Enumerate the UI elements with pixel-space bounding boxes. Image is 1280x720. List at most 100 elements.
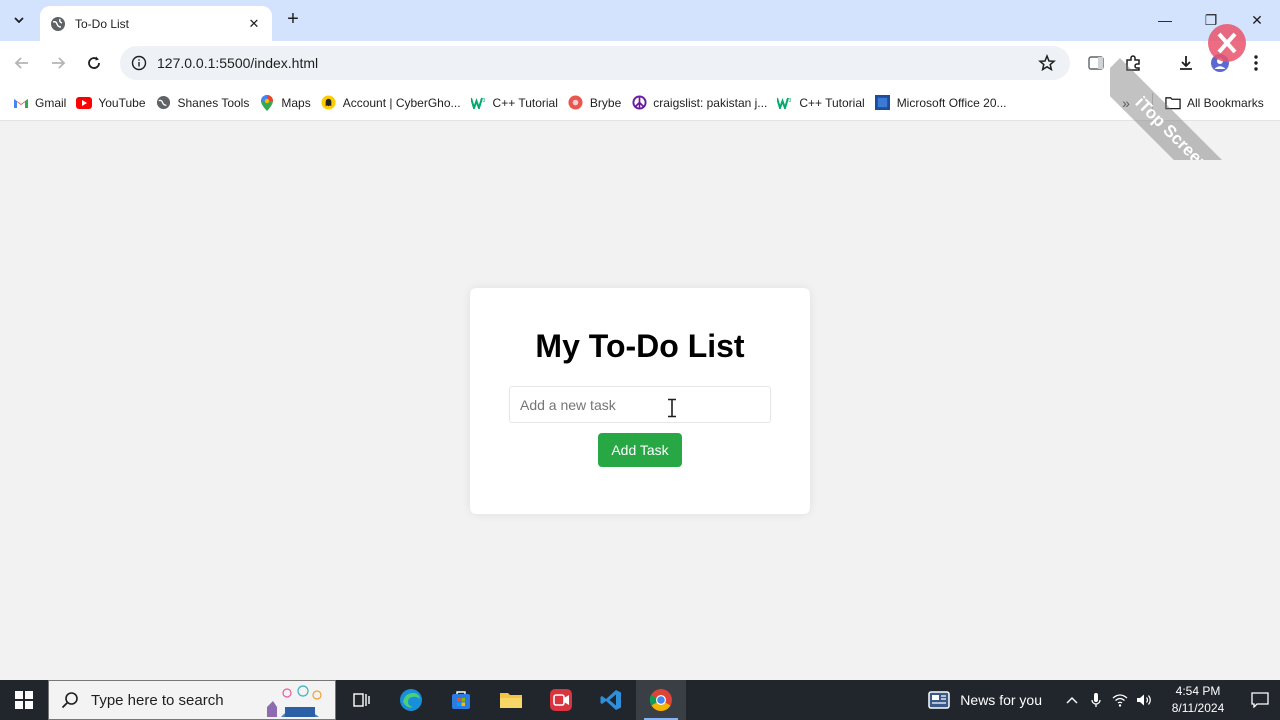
bookmark-brybe[interactable]: Brybe [563, 89, 626, 117]
search-icon [61, 692, 78, 709]
bookmark-star-icon[interactable] [1038, 53, 1056, 77]
close-tab-icon[interactable]: ✕ [246, 16, 262, 32]
news-icon [928, 691, 951, 709]
clock-time: 4:54 PM [1175, 684, 1221, 698]
cyberghost-icon [321, 95, 337, 111]
bookmark-shanes-tools[interactable]: Shanes Tools [151, 89, 255, 117]
download-icon[interactable] [1174, 51, 1198, 75]
minimize-button[interactable]: — [1142, 0, 1188, 40]
chrome-taskbar-app[interactable] [636, 680, 686, 720]
notification-icon [1251, 692, 1269, 708]
forward-button[interactable] [44, 49, 72, 77]
bookmark-label: craigslist: pakistan j... [653, 95, 768, 110]
side-panel-icon[interactable] [1084, 51, 1108, 75]
arrow-right-icon [52, 57, 66, 69]
bookmark-cpp-tutorial[interactable]: 3 C++ Tutorial [466, 89, 563, 117]
bookmark-maps[interactable]: Maps [254, 89, 315, 117]
vscode-icon [600, 690, 621, 710]
browser-toolbar: 127.0.0.1:5500/index.html [0, 41, 1280, 85]
maps-icon [259, 94, 275, 111]
microphone-icon[interactable] [1084, 680, 1108, 720]
search-highlight-illustration [263, 685, 329, 717]
bookmarks-divider [1152, 93, 1153, 113]
window-controls: — ❐ ✕ [1142, 0, 1280, 40]
page-title: My To-Do List [535, 328, 745, 364]
task-view-icon [353, 693, 370, 707]
bookmark-label: Maps [281, 95, 311, 110]
close-window-button[interactable]: ✕ [1234, 0, 1280, 40]
tab-search-button[interactable] [6, 8, 32, 32]
folder-icon [1165, 95, 1181, 111]
microsoft-store-icon [452, 691, 470, 709]
windows-logo-icon [15, 691, 33, 709]
bookmark-gmail[interactable]: Gmail [8, 89, 71, 117]
vscode-taskbar-app[interactable] [586, 680, 636, 720]
show-hidden-icons-chevron-icon[interactable] [1060, 680, 1084, 720]
all-bookmarks-button[interactable]: All Bookmarks [1160, 89, 1269, 117]
browser-tab-strip: To-Do List ✕ + — ❐ ✕ [0, 0, 1280, 41]
address-url: 127.0.0.1:5500/index.html [157, 55, 319, 71]
profile-avatar[interactable] [1208, 51, 1232, 75]
restore-button[interactable]: ❐ [1188, 0, 1234, 40]
windows-taskbar: Type here to search News for you 4:54 PM… [0, 680, 1280, 720]
taskbar-search-placeholder: Type here to search [91, 691, 224, 709]
clock-date: 8/11/2024 [1171, 701, 1225, 715]
globe-icon [156, 95, 172, 111]
chrome-icon [649, 689, 672, 711]
bookmark-label: Shanes Tools [177, 95, 250, 110]
bookmark-label: Brybe [589, 95, 622, 110]
menu-kebab-icon[interactable] [1244, 51, 1268, 75]
bookmark-craigslist[interactable]: craigslist: pakistan j... [626, 89, 772, 117]
site-info-icon[interactable] [122, 55, 156, 71]
extensions-icon[interactable] [1121, 51, 1145, 75]
add-task-button[interactable]: Add Task [598, 433, 682, 467]
edge-icon [400, 689, 422, 711]
store-taskbar-app[interactable] [436, 680, 486, 720]
text-cursor-icon [668, 398, 676, 418]
more-bookmarks-chevron-icon[interactable]: » [1116, 89, 1136, 117]
peace-icon [631, 95, 647, 111]
w3schools-icon: 3 [470, 95, 487, 111]
folder-icon [500, 693, 522, 708]
bookmark-microsoft-office[interactable]: Microsoft Office 20... [870, 89, 1012, 117]
back-button[interactable] [8, 49, 36, 77]
all-bookmarks-label: All Bookmarks [1187, 96, 1264, 110]
bookmark-cpp-tutorial-2[interactable]: 3 C++ Tutorial [772, 89, 869, 117]
new-tab-button[interactable]: + [282, 9, 304, 31]
screen-recorder-icon [550, 689, 572, 711]
w3schools-icon: 3 [777, 95, 793, 111]
task-view-button[interactable] [336, 680, 386, 720]
brybe-icon [568, 95, 584, 111]
volume-icon[interactable] [1132, 680, 1156, 720]
arrow-left-icon [14, 57, 28, 69]
svg-text:3: 3 [482, 98, 485, 104]
bookmark-youtube[interactable]: YouTube [71, 89, 150, 117]
globe-icon [50, 16, 66, 32]
chevron-down-icon [14, 17, 24, 23]
system-tray: News for you 4:54 PM 8/11/2024 [928, 680, 1280, 720]
gmail-icon [13, 95, 29, 111]
news-label: News for you [960, 692, 1042, 708]
bookmark-label: Gmail [35, 95, 67, 110]
file-explorer-taskbar-app[interactable] [486, 680, 536, 720]
reload-button[interactable] [80, 49, 108, 77]
taskbar-search[interactable]: Type here to search [48, 680, 336, 720]
start-button[interactable] [0, 680, 48, 720]
notification-center-button[interactable] [1240, 680, 1280, 720]
reload-icon [88, 56, 100, 69]
address-bar[interactable]: 127.0.0.1:5500/index.html [120, 46, 1070, 80]
browser-tab-active[interactable]: To-Do List ✕ [40, 6, 272, 41]
taskbar-clock[interactable]: 4:54 PM 8/11/2024 [1162, 683, 1234, 717]
news-widget[interactable]: News for you [928, 691, 1042, 709]
screen-recorder-taskbar-app[interactable] [536, 680, 586, 720]
new-task-input[interactable] [509, 386, 771, 423]
youtube-icon [76, 95, 93, 111]
bookmark-label: YouTube [98, 95, 146, 110]
tab-title: To-Do List [75, 16, 130, 31]
bookmark-label: C++ Tutorial [799, 95, 865, 110]
todo-card: My To-Do List Add Task [470, 288, 810, 514]
bookmark-cyberghost[interactable]: Account | CyberGho... [316, 89, 466, 117]
wifi-icon[interactable] [1108, 680, 1132, 720]
edge-taskbar-app[interactable] [386, 680, 436, 720]
svg-text:3: 3 [789, 98, 792, 104]
